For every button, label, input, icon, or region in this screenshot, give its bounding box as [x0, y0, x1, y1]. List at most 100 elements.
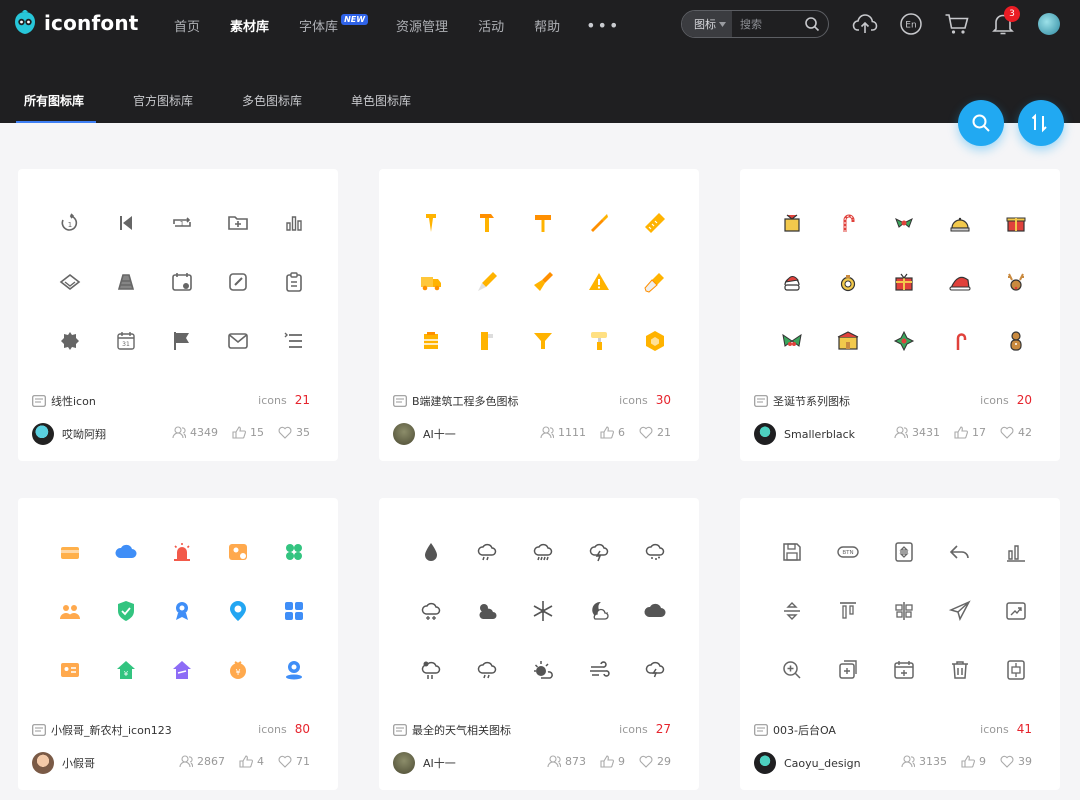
library-icon[interactable] [820, 311, 876, 370]
library-icon[interactable] [932, 640, 988, 699]
search-icon[interactable] [804, 16, 820, 32]
library-icon[interactable] [820, 640, 876, 699]
icon-library-card[interactable]: B端建筑工程多色图标 icons 30 AI十一 1111 6 21 [379, 169, 699, 461]
library-icon[interactable] [932, 522, 988, 581]
library-icon[interactable] [210, 581, 266, 640]
library-icon[interactable] [515, 193, 571, 252]
language-toggle[interactable]: En [897, 11, 925, 37]
library-icon[interactable] [515, 252, 571, 311]
floating-search-button[interactable] [958, 100, 1004, 146]
logo[interactable]: iconfont [12, 10, 139, 36]
nav-item-activities[interactable]: 活动 [478, 16, 504, 35]
library-icon[interactable] [403, 581, 459, 640]
stat-favorites[interactable]: 35 [278, 426, 310, 439]
library-icon[interactable] [42, 522, 98, 581]
library-icon[interactable] [210, 252, 266, 311]
library-icon[interactable] [571, 193, 627, 252]
library-icon[interactable] [98, 193, 154, 252]
nav-item-materials[interactable]: 素材库 [230, 16, 269, 35]
tab-official-libraries[interactable]: 官方图标库 [125, 92, 201, 123]
library-icon[interactable] [627, 193, 683, 252]
library-icon[interactable] [459, 522, 515, 581]
library-icon[interactable] [210, 311, 266, 370]
stat-favorites[interactable]: 71 [278, 755, 310, 768]
library-icon[interactable] [876, 522, 932, 581]
library-icon[interactable] [627, 522, 683, 581]
notifications-button[interactable]: 3 [989, 6, 1020, 37]
library-icon[interactable] [266, 193, 322, 252]
library-icon[interactable] [42, 640, 98, 699]
library-title[interactable]: 003-后台OA [754, 722, 836, 738]
library-icon[interactable] [820, 581, 876, 640]
library-icon[interactable] [154, 252, 210, 311]
library-icon[interactable] [932, 311, 988, 370]
search-input[interactable] [740, 17, 802, 31]
library-icon[interactable] [627, 311, 683, 370]
library-author[interactable]: Caoyu_design [754, 752, 861, 774]
user-avatar-button[interactable] [1035, 11, 1063, 37]
library-icon[interactable] [876, 640, 932, 699]
library-icon[interactable] [764, 311, 820, 370]
library-icon[interactable] [932, 252, 988, 311]
library-icon[interactable] [515, 522, 571, 581]
library-icon[interactable] [459, 252, 515, 311]
library-icon[interactable]: BTN [820, 522, 876, 581]
nav-item-resources[interactable]: 资源管理 [396, 16, 448, 35]
library-icon[interactable] [266, 252, 322, 311]
library-icon[interactable] [98, 581, 154, 640]
library-icon[interactable] [154, 311, 210, 370]
nav-item-fonts[interactable]: 字体库 NEW [299, 14, 369, 35]
library-icon[interactable] [210, 193, 266, 252]
stat-favorites[interactable]: 42 [1000, 426, 1032, 439]
icon-library-card[interactable]: ¥ ¥ 小假哥_新农村_icon123 icons 80 小假哥 2867 4 71 [18, 498, 338, 790]
library-icon[interactable] [154, 522, 210, 581]
library-icon[interactable] [764, 581, 820, 640]
library-icon[interactable]: ¥ [210, 640, 266, 699]
library-icon[interactable] [988, 252, 1044, 311]
library-icon[interactable] [459, 581, 515, 640]
library-author[interactable]: AI十一 [393, 752, 456, 774]
library-title[interactable]: B端建筑工程多色图标 [393, 393, 519, 409]
library-icon[interactable] [98, 252, 154, 311]
library-icon[interactable] [988, 193, 1044, 252]
library-icon[interactable] [627, 252, 683, 311]
stat-favorites[interactable]: 21 [639, 426, 671, 439]
library-icon[interactable] [459, 311, 515, 370]
floating-sort-button[interactable] [1018, 100, 1064, 146]
icon-library-card[interactable]: 1 1 31 线性icon icons 21 哎呦阿翔 4349 15 35 [18, 169, 338, 461]
more-menu-button[interactable]: ••• [586, 16, 620, 35]
library-icon[interactable] [764, 193, 820, 252]
library-icon[interactable] [627, 640, 683, 699]
library-icon[interactable] [571, 581, 627, 640]
tab-multicolor-libraries[interactable]: 多色图标库 [234, 92, 310, 123]
library-icon[interactable] [820, 193, 876, 252]
stat-likes[interactable]: 17 [954, 426, 986, 439]
library-icon[interactable] [571, 252, 627, 311]
icon-library-card[interactable]: 最全的天气相关图标 icons 27 AI十一 873 9 29 [379, 498, 699, 790]
library-author[interactable]: AI十一 [393, 423, 456, 445]
library-icon[interactable] [988, 640, 1044, 699]
library-icon[interactable] [876, 193, 932, 252]
library-icon[interactable] [571, 640, 627, 699]
library-icon[interactable] [403, 311, 459, 370]
library-icon[interactable] [876, 252, 932, 311]
library-icon[interactable] [266, 522, 322, 581]
library-title[interactable]: 最全的天气相关图标 [393, 722, 511, 738]
search-type-select[interactable]: 图标 [682, 11, 732, 37]
library-icon[interactable] [403, 640, 459, 699]
library-icon[interactable] [403, 193, 459, 252]
library-title[interactable]: 圣诞节系列图标 [754, 393, 850, 409]
stat-likes[interactable]: 4 [239, 755, 264, 768]
library-icon[interactable] [403, 522, 459, 581]
icon-library-card[interactable]: 圣诞节系列图标 icons 20 Smallerblack 3431 17 42 [740, 169, 1060, 461]
stat-favorites[interactable]: 39 [1000, 755, 1032, 768]
library-icon[interactable] [820, 252, 876, 311]
library-icon[interactable] [154, 581, 210, 640]
library-icon[interactable] [266, 581, 322, 640]
library-icon[interactable] [876, 581, 932, 640]
library-icon[interactable] [459, 640, 515, 699]
library-icon[interactable] [459, 193, 515, 252]
library-icon[interactable] [42, 252, 98, 311]
stat-likes[interactable]: 9 [600, 755, 625, 768]
library-icon[interactable]: 1 [154, 193, 210, 252]
